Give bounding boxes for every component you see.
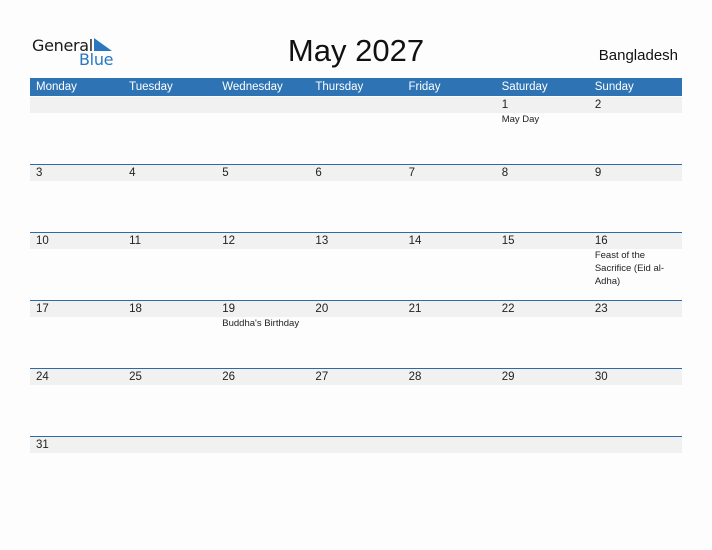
day-cell: 22 — [496, 301, 589, 368]
day-cell: 17 — [30, 301, 123, 368]
day-cell: 23 — [589, 301, 682, 368]
day-cell — [403, 97, 496, 164]
day-cell: 8 — [496, 165, 589, 232]
day-number: 28 — [408, 371, 422, 383]
day-number: 26 — [222, 371, 236, 383]
day-number: 29 — [501, 371, 515, 383]
day-cell: 14 — [403, 233, 496, 300]
day-cell — [309, 97, 402, 164]
day-number: 2 — [594, 99, 602, 111]
day-cell: 1 May Day — [496, 97, 589, 164]
week-row: 10 11 12 13 14 15 16 Feast of the Sacrifice (Ei… — [30, 232, 682, 300]
day-number: 27 — [315, 371, 329, 383]
day-cell: 16 Feast of the Sacrifice (Eid al-Adha) — [589, 233, 682, 300]
day-number: 12 — [222, 235, 236, 247]
day-cell: 25 — [123, 369, 216, 436]
day-cell: 19 Buddha's Birthday — [216, 301, 309, 368]
week-row: 24 25 26 27 28 29 30 — [30, 368, 682, 436]
day-number: 7 — [408, 167, 415, 179]
day-cell: 18 — [123, 301, 216, 368]
weekday-saturday: Saturday — [501, 81, 548, 93]
holiday-label: Buddha's Birthday — [222, 318, 300, 329]
day-cell: 13 — [309, 233, 402, 300]
country-label: Bangladesh — [598, 47, 678, 64]
weekday-wednesday: Wednesday — [222, 81, 283, 93]
day-number: 15 — [501, 235, 515, 247]
day-number: 21 — [408, 303, 422, 315]
day-number: 17 — [36, 303, 49, 315]
day-number: 30 — [594, 371, 608, 383]
day-cell — [216, 97, 309, 164]
day-number: 9 — [594, 167, 602, 179]
day-cell: 9 — [589, 165, 682, 232]
day-cell — [123, 97, 216, 164]
weekday-monday: Monday — [36, 81, 77, 93]
day-cell: 21 — [403, 301, 496, 368]
day-number: 14 — [408, 235, 422, 247]
day-cell: 26 — [216, 369, 309, 436]
day-number: 1 — [501, 99, 509, 111]
day-number: 4 — [129, 167, 136, 179]
day-number: 18 — [129, 303, 142, 315]
day-cell: 28 — [403, 369, 496, 436]
day-number: 24 — [36, 371, 49, 383]
day-number: 8 — [501, 167, 509, 179]
day-cell: 4 — [123, 165, 216, 232]
weekday-header: Monday Tuesday Wednesday Thursday Friday… — [30, 78, 682, 96]
date-band — [30, 437, 682, 453]
holiday-label: May Day — [501, 114, 540, 125]
day-number: 11 — [129, 235, 142, 247]
day-cell — [30, 97, 123, 164]
day-cell: 24 — [30, 369, 123, 436]
day-cell: 2 — [589, 97, 682, 164]
day-cell: 29 — [496, 369, 589, 436]
weekday-friday: Friday — [408, 81, 441, 93]
day-cell: 11 — [123, 233, 216, 300]
day-number: 22 — [501, 303, 515, 315]
week-row: 1 May Day 2 — [30, 97, 682, 164]
week-row: 31 — [30, 436, 682, 504]
day-cell: 30 — [589, 369, 682, 436]
week-row: 3 4 5 6 7 8 9 — [30, 164, 682, 232]
day-number: 16 — [594, 235, 608, 247]
holiday-label: Feast of the Sacrifice (Eid al-Adha) — [594, 250, 665, 287]
day-number: 5 — [222, 167, 229, 179]
day-cell: 15 — [496, 233, 589, 300]
day-number: 19 — [222, 303, 236, 315]
weekday-sunday: Sunday — [594, 81, 634, 93]
week-row: 17 18 19 Buddha's Birthday 20 21 22 23 — [30, 300, 682, 368]
weekday-tuesday: Tuesday — [129, 81, 173, 93]
weeks-container: 1 May Day 2 3 4 5 6 7 8 9 10 11 12 13 14 15 16 Feast of t… — [30, 97, 682, 504]
day-number: 31 — [36, 439, 49, 451]
day-number: 13 — [315, 235, 329, 247]
day-cell: 3 — [30, 165, 123, 232]
day-number: 6 — [315, 167, 322, 179]
day-cell: 31 — [30, 437, 123, 504]
day-cell: 7 — [403, 165, 496, 232]
day-cell: 27 — [309, 369, 402, 436]
day-cell: 10 — [30, 233, 123, 300]
day-number: 20 — [315, 303, 329, 315]
calendar-grid: Monday Tuesday Wednesday Thursday Friday… — [30, 78, 682, 504]
weekday-thursday: Thursday — [315, 81, 364, 93]
day-number: 10 — [36, 235, 49, 247]
day-number: 3 — [36, 167, 43, 179]
day-cell: 20 — [309, 301, 402, 368]
day-cell: 6 — [309, 165, 402, 232]
day-cell: 5 — [216, 165, 309, 232]
day-number: 23 — [594, 303, 608, 315]
day-cell: 12 — [216, 233, 309, 300]
day-number: 25 — [129, 371, 142, 383]
